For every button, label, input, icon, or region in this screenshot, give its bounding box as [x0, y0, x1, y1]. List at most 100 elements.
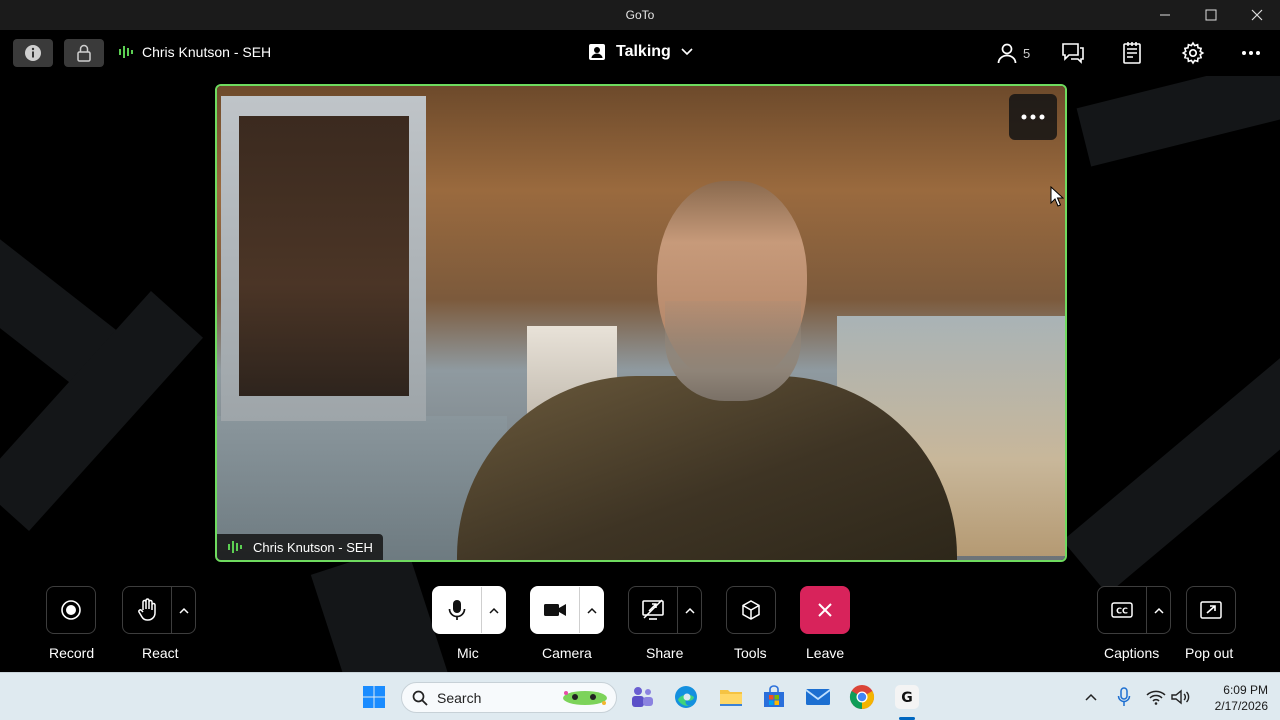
camera-options-button[interactable] — [579, 587, 603, 633]
captions-button[interactable]: CC — [1097, 586, 1171, 634]
teams-icon — [632, 687, 653, 707]
record-label: Record — [49, 645, 95, 661]
captions-options-button[interactable] — [1146, 587, 1170, 633]
share-options-button[interactable] — [677, 587, 701, 633]
share-control: Share — [628, 586, 702, 661]
tray-microphone[interactable] — [1117, 673, 1131, 720]
close-icon — [1251, 9, 1263, 21]
tile-options-button[interactable] — [1009, 94, 1057, 140]
notes-button[interactable] — [1121, 40, 1145, 66]
chevron-up-icon — [488, 607, 499, 614]
mic-button[interactable] — [432, 586, 506, 634]
pop-out-icon — [1200, 601, 1222, 619]
leave-control: Leave — [800, 586, 850, 661]
window-title: GoTo — [625, 8, 655, 22]
chevron-down-icon — [681, 48, 693, 56]
microsoft-store-icon — [764, 685, 784, 707]
record-icon — [61, 600, 81, 620]
tools-button[interactable] — [726, 586, 776, 634]
leave-label: Leave — [806, 645, 845, 661]
taskbar-app-chrome[interactable] — [846, 681, 878, 713]
chat-icon — [1062, 43, 1084, 64]
react-options-button[interactable] — [171, 587, 195, 633]
participant-name: Chris Knutson - SEH — [253, 539, 373, 555]
mic-label: Mic — [457, 645, 479, 661]
clock-time: 6:09 PM — [1223, 683, 1268, 697]
tools-label: Tools — [734, 645, 767, 661]
record-button[interactable] — [46, 586, 96, 634]
camera-icon — [544, 604, 566, 616]
popout-control: Pop out — [1185, 586, 1236, 661]
search-icon — [412, 690, 428, 706]
react-button[interactable] — [122, 586, 196, 634]
tray-overflow-button[interactable] — [1084, 673, 1098, 720]
more-options-button[interactable] — [1241, 40, 1261, 66]
search-placeholder: Search — [437, 689, 482, 706]
close-button[interactable] — [1234, 0, 1280, 30]
raise-hand-icon — [138, 598, 156, 621]
settings-button[interactable] — [1181, 40, 1205, 66]
minimize-button[interactable] — [1142, 0, 1188, 30]
share-button[interactable] — [628, 586, 702, 634]
windows-taskbar: Search G 6:09 PM 2/17/2026 — [0, 672, 1280, 720]
mic-control: Mic — [432, 586, 506, 661]
tray-volume[interactable] — [1171, 673, 1191, 720]
windows-start-icon — [363, 686, 385, 708]
active-speaker-name: Chris Knutson - SEH — [142, 44, 272, 60]
chevron-up-icon — [586, 607, 597, 614]
participants-button[interactable]: 5 — [996, 40, 1030, 66]
speaker-view-icon — [589, 44, 605, 60]
chat-button[interactable] — [1061, 40, 1085, 66]
share-label: Share — [646, 645, 684, 661]
volume-icon — [1171, 689, 1190, 705]
leave-button[interactable] — [800, 586, 850, 634]
taskbar-app-edge[interactable] — [670, 681, 702, 713]
participant-name-tag: Chris Knutson - SEH — [217, 534, 383, 560]
taskbar-app-teams[interactable] — [626, 681, 658, 713]
background-decoration — [1076, 76, 1280, 167]
view-mode-dropdown[interactable]: Talking — [588, 43, 693, 61]
chrome-icon — [849, 685, 875, 709]
taskbar-app-store[interactable] — [758, 681, 790, 713]
camera-control: Camera — [530, 586, 604, 661]
screen-share-icon — [642, 599, 664, 620]
lock-button[interactable] — [64, 39, 104, 67]
file-explorer-icon — [720, 690, 742, 706]
search-highlight-icon — [563, 690, 607, 705]
tools-control: Tools — [726, 586, 776, 661]
mic-options-button[interactable] — [481, 587, 505, 633]
microphone-icon — [1117, 687, 1131, 706]
lock-icon — [77, 44, 91, 62]
taskbar-app-file-explorer[interactable] — [715, 681, 747, 713]
wifi-icon — [1146, 690, 1166, 705]
maximize-icon — [1205, 9, 1217, 21]
view-mode-label: Talking — [616, 43, 671, 60]
svg-text:CC: CC — [1116, 607, 1128, 616]
people-icon — [997, 43, 1017, 64]
start-button[interactable] — [358, 681, 390, 713]
taskbar-app-mail[interactable] — [802, 681, 834, 713]
audio-level-icon — [228, 541, 242, 553]
video-feed — [665, 301, 801, 401]
taskbar-app-goto[interactable]: G — [891, 681, 923, 713]
react-label: React — [142, 645, 179, 661]
chevron-up-icon — [1153, 607, 1164, 614]
mouse-cursor-icon — [1050, 186, 1064, 207]
meeting-header: Chris Knutson - SEH Talking 5 — [0, 30, 1280, 76]
participant-video-tile[interactable]: Chris Knutson - SEH — [215, 84, 1067, 562]
info-button[interactable] — [13, 39, 53, 67]
maximize-button[interactable] — [1188, 0, 1234, 30]
tray-network[interactable] — [1146, 673, 1166, 720]
popout-label: Pop out — [1185, 645, 1234, 661]
closed-captions-icon: CC — [1111, 602, 1133, 618]
chevron-up-icon — [684, 607, 695, 614]
cube-icon — [742, 600, 760, 620]
window-titlebar: GoTo — [0, 0, 1280, 30]
taskbar-search[interactable]: Search — [401, 682, 617, 713]
camera-button[interactable] — [530, 586, 604, 634]
info-icon — [25, 45, 41, 61]
audio-level-icon — [119, 46, 133, 58]
taskbar-clock[interactable]: 6:09 PM 2/17/2026 — [1196, 682, 1268, 714]
popout-button[interactable] — [1186, 586, 1236, 634]
clock-date: 2/17/2026 — [1214, 699, 1268, 713]
